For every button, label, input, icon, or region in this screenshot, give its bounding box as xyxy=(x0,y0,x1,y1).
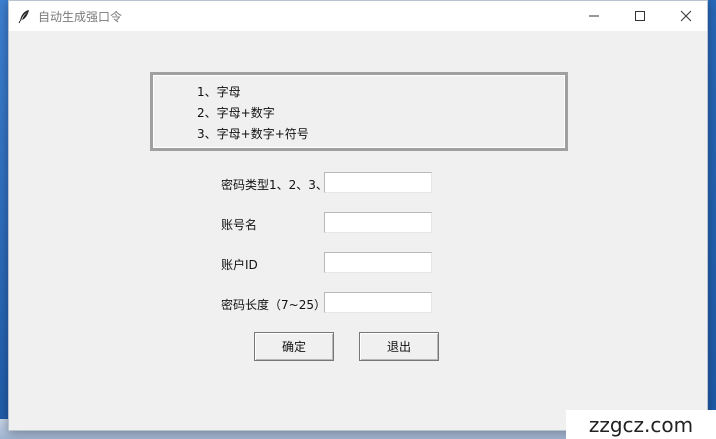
desktop-background xyxy=(0,0,8,439)
app-window: 自动生成强口令 1、字母 2、字母+数字 3、字母+数字+符号 密码类型1、2、… xyxy=(8,0,708,431)
minimize-button[interactable] xyxy=(571,1,617,31)
password-type-list[interactable]: 1、字母 2、字母+数字 3、字母+数字+符号 xyxy=(150,72,568,151)
feather-icon xyxy=(16,8,32,24)
maximize-button[interactable] xyxy=(617,1,663,31)
password-type-input[interactable] xyxy=(324,172,432,193)
title-bar[interactable]: 自动生成强口令 xyxy=(9,1,707,31)
account-name-label: 账号名 xyxy=(221,218,258,232)
watermark-text: zzgcz.com xyxy=(566,410,716,439)
password-length-label: 密码长度（7~25） xyxy=(221,298,326,312)
maximize-icon xyxy=(635,11,645,21)
list-area: 1、字母 2、字母+数字 3、字母+数字+符号 xyxy=(153,75,565,148)
close-button[interactable] xyxy=(663,1,709,31)
account-name-input[interactable] xyxy=(324,212,432,233)
list-item[interactable]: 1、字母 xyxy=(197,83,241,100)
account-id-input[interactable] xyxy=(324,252,432,273)
account-id-label: 账户ID xyxy=(221,258,258,272)
password-type-label: 密码类型1、2、3、 xyxy=(221,178,328,192)
window-title: 自动生成强口令 xyxy=(38,10,123,24)
quit-button[interactable]: 退出 xyxy=(359,332,439,361)
minimize-icon xyxy=(589,15,599,17)
list-item[interactable]: 3、字母+数字+符号 xyxy=(197,125,309,142)
ok-button[interactable]: 确定 xyxy=(254,332,334,361)
list-item[interactable]: 2、字母+数字 xyxy=(197,104,275,121)
password-length-input[interactable] xyxy=(324,292,432,313)
close-icon xyxy=(680,10,692,22)
